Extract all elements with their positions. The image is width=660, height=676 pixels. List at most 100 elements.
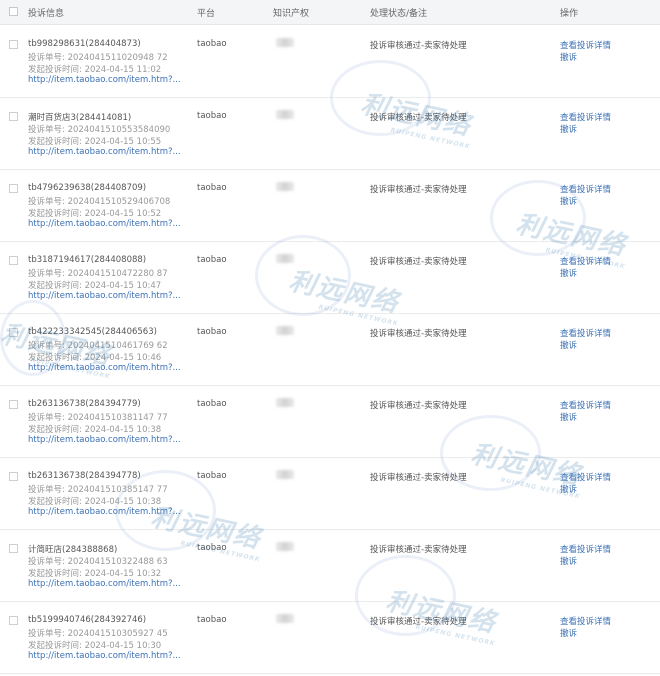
item-link[interactable]: http://item.taobao.com/item.htm?...	[28, 363, 181, 373]
item-link[interactable]: http://item.taobao.com/item.htm?...	[28, 579, 181, 589]
complaint-time: 发起投诉时间: 2024-04-15 10:32	[28, 569, 162, 579]
complaint-number: 投诉单号: 2024041510553584090	[28, 125, 171, 135]
complaint-time: 发起投诉时间: 2024-04-15 10:38	[28, 497, 162, 507]
shop-name: tb422233342545(284406563)	[28, 327, 157, 337]
platform-label: taobao	[197, 255, 227, 265]
complaint-number: 投诉单号: 2024041511020948 72	[28, 53, 168, 63]
status-text: 投诉审核通过-卖家待处理	[370, 401, 467, 411]
view-detail-link[interactable]: 查看投诉详情	[560, 327, 611, 339]
complaint-number: 投诉单号: 2024041510385147 77	[28, 485, 168, 495]
platform-label: taobao	[197, 111, 227, 121]
row-checkbox[interactable]	[9, 184, 18, 193]
header-action: 操作	[560, 9, 579, 19]
revoke-complaint-link[interactable]: 撤诉	[560, 51, 577, 63]
revoke-complaint-link[interactable]: 撤诉	[560, 483, 577, 495]
revoke-complaint-link[interactable]: 撤诉	[560, 123, 577, 135]
shop-name: 计简旺店(284388868)	[28, 545, 118, 555]
item-link[interactable]: http://item.taobao.com/item.htm?...	[28, 435, 181, 445]
platform-label: taobao	[197, 543, 227, 553]
table-row: 计简旺店(284388868) 投诉单号: 2024041510322488 63…	[0, 529, 660, 602]
shop-name: tb3187194617(284408088)	[28, 255, 147, 265]
row-checkbox[interactable]	[9, 112, 18, 121]
row-checkbox[interactable]	[9, 544, 18, 553]
status-text: 投诉审核通过-卖家待处理	[370, 185, 467, 195]
table-header: 投诉信息 平台 知识产权 处理状态/备注 操作	[0, 0, 660, 25]
complaint-number: 投诉单号: 2024041510381147 77	[28, 413, 168, 423]
view-detail-link[interactable]: 查看投诉详情	[560, 471, 611, 483]
ip-redacted	[276, 542, 294, 551]
platform-label: taobao	[197, 327, 227, 337]
table-row: tb4796239638(284408709) 投诉单号: 20240415105…	[0, 169, 660, 242]
item-link[interactable]: http://item.taobao.com/item.htm?...	[28, 507, 181, 517]
status-text: 投诉审核通过-卖家待处理	[370, 41, 467, 51]
complaint-number: 投诉单号: 2024041510529406708	[28, 197, 171, 207]
revoke-complaint-link[interactable]: 撤诉	[560, 555, 577, 567]
status-text: 投诉审核通过-卖家待处理	[370, 617, 467, 627]
table-row: tb422233342545(284406563) 投诉单号: 202404151…	[0, 313, 660, 386]
ip-redacted	[276, 470, 294, 479]
view-detail-link[interactable]: 查看投诉详情	[560, 543, 611, 555]
row-checkbox[interactable]	[9, 328, 18, 337]
shop-name: tb998298631(284404873)	[28, 39, 141, 49]
table-row: tb998298631(284404873) 投诉单号: 202404151102…	[0, 25, 660, 98]
item-link[interactable]: http://item.taobao.com/item.htm?...	[28, 219, 181, 229]
item-link[interactable]: http://item.taobao.com/item.htm?...	[28, 291, 181, 301]
status-text: 投诉审核通过-卖家待处理	[370, 329, 467, 339]
view-detail-link[interactable]: 查看投诉详情	[560, 399, 611, 411]
item-link[interactable]: http://item.taobao.com/item.htm?...	[28, 147, 181, 157]
complaint-time: 发起投诉时间: 2024-04-15 10:46	[28, 353, 162, 363]
revoke-complaint-link[interactable]: 撤诉	[560, 411, 577, 423]
ip-redacted	[276, 326, 294, 335]
row-checkbox[interactable]	[9, 472, 18, 481]
table-row: tb5199940746(284392746) 投诉单号: 20240415103…	[0, 601, 660, 674]
view-detail-link[interactable]: 查看投诉详情	[560, 255, 611, 267]
header-complaint-info: 投诉信息	[28, 9, 65, 19]
revoke-complaint-link[interactable]: 撤诉	[560, 339, 577, 351]
shop-name: 潮时百货店3(284414081)	[28, 113, 132, 123]
row-checkbox[interactable]	[9, 400, 18, 409]
header-ip: 知识产权	[273, 9, 310, 19]
complaint-time: 发起投诉时间: 2024-04-15 10:30	[28, 641, 162, 651]
status-text: 投诉审核通过-卖家待处理	[370, 473, 467, 483]
complaint-number: 投诉单号: 2024041510472280 87	[28, 269, 168, 279]
ip-redacted	[276, 182, 294, 191]
item-link[interactable]: http://item.taobao.com/item.htm?...	[28, 651, 181, 661]
revoke-complaint-link[interactable]: 撤诉	[560, 267, 577, 279]
shop-name: tb4796239638(284408709)	[28, 183, 147, 193]
table-row: 潮时百货店3(284414081) 投诉单号: 20240415105535840…	[0, 97, 660, 170]
complaint-number: 投诉单号: 2024041510322488 63	[28, 557, 168, 567]
revoke-complaint-link[interactable]: 撤诉	[560, 627, 577, 639]
row-checkbox[interactable]	[9, 616, 18, 625]
view-detail-link[interactable]: 查看投诉详情	[560, 111, 611, 123]
row-checkbox[interactable]	[9, 256, 18, 265]
complaint-time: 发起投诉时间: 2024-04-15 10:38	[28, 425, 162, 435]
ip-redacted	[276, 38, 294, 47]
status-text: 投诉审核通过-卖家待处理	[370, 113, 467, 123]
view-detail-link[interactable]: 查看投诉详情	[560, 183, 611, 195]
revoke-complaint-link[interactable]: 撤诉	[560, 195, 577, 207]
complaint-number: 投诉单号: 2024041510305927 45	[28, 629, 168, 639]
view-detail-link[interactable]: 查看投诉详情	[560, 39, 611, 51]
view-detail-link[interactable]: 查看投诉详情	[560, 615, 611, 627]
row-checkbox[interactable]	[9, 40, 18, 49]
ip-redacted	[276, 254, 294, 263]
complaint-time: 发起投诉时间: 2024-04-15 10:52	[28, 209, 162, 219]
complaint-time: 发起投诉时间: 2024-04-15 11:02	[28, 65, 162, 75]
platform-label: taobao	[197, 615, 227, 625]
ip-redacted	[276, 614, 294, 623]
table-row: tb263136738(284394779) 投诉单号: 202404151038…	[0, 385, 660, 458]
ip-redacted	[276, 110, 294, 119]
table-row: tb263136738(284394778) 投诉单号: 202404151038…	[0, 457, 660, 530]
header-status: 处理状态/备注	[370, 9, 428, 19]
shop-name: tb263136738(284394778)	[28, 471, 141, 481]
select-all-checkbox[interactable]	[9, 7, 18, 16]
complaint-time: 发起投诉时间: 2024-04-15 10:55	[28, 137, 162, 147]
table-row: tb3187194617(284408088) 投诉单号: 20240415104…	[0, 241, 660, 314]
item-link[interactable]: http://item.taobao.com/item.htm?...	[28, 75, 181, 85]
status-text: 投诉审核通过-卖家待处理	[370, 545, 467, 555]
header-platform: 平台	[197, 9, 216, 19]
complaint-number: 投诉单号: 2024041510461769 62	[28, 341, 168, 351]
status-text: 投诉审核通过-卖家待处理	[370, 257, 467, 267]
platform-label: taobao	[197, 399, 227, 409]
shop-name: tb5199940746(284392746)	[28, 615, 147, 625]
